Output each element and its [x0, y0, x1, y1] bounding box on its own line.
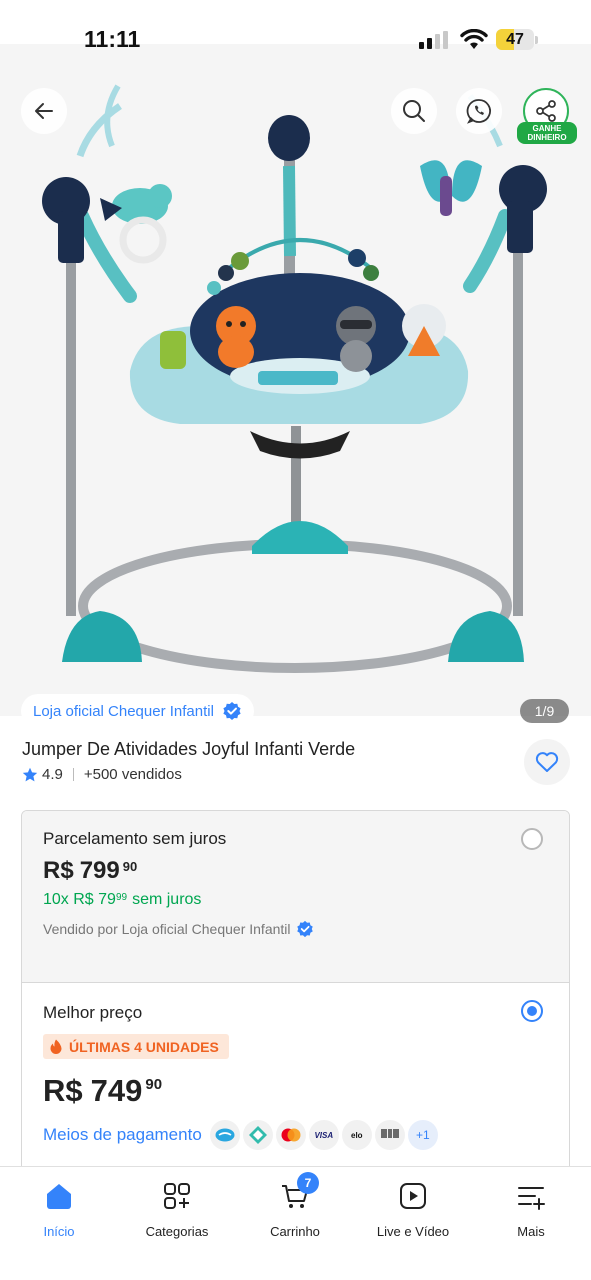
official-store-badge[interactable]: Loja oficial Chequer Infantil — [21, 694, 254, 728]
offer-price: R$ 799 90 — [43, 857, 137, 885]
nav-categories[interactable]: Categorias — [118, 1181, 236, 1241]
stock-tag-label: ÚLTIMAS 4 UNIDADES — [69, 1038, 219, 1055]
nav-more[interactable]: Mais — [472, 1181, 590, 1241]
price-cents: 90 — [122, 859, 138, 874]
visa-icon: VISA — [308, 1120, 339, 1150]
offer-installments[interactable]: Parcelamento sem juros R$ 799 90 10x R$ … — [22, 811, 569, 983]
rating-divider — [72, 768, 74, 781]
offer-best-price[interactable]: Melhor preço ÚLTIMAS 4 UNIDADES R$ 749 9… — [22, 983, 569, 1179]
product-image[interactable] — [0, 26, 591, 716]
cellular-signal-icon — [419, 31, 448, 49]
back-button[interactable] — [21, 88, 67, 134]
whatsapp-icon — [466, 99, 491, 124]
price-currency: R$ — [43, 857, 74, 884]
sold-count: +500 vendidos — [83, 766, 182, 783]
flame-icon — [50, 1039, 62, 1054]
offer-label: Melhor preço — [43, 1003, 143, 1022]
nav-label: Categorias — [145, 1224, 209, 1239]
payment-methods-link[interactable]: Meios de pagamento — [43, 1125, 202, 1145]
price-value: 749 — [90, 1073, 143, 1108]
offer-options: Parcelamento sem juros R$ 799 90 10x R$ … — [21, 810, 570, 1180]
price-value: 799 — [79, 857, 120, 884]
whatsapp-share-button[interactable] — [456, 88, 502, 134]
cart-count-badge: 7 — [297, 1172, 319, 1194]
more-icon — [518, 1187, 545, 1210]
offer-label: Parcelamento sem juros — [43, 829, 227, 848]
nav-live-video[interactable]: Live e Vídeo — [354, 1181, 472, 1241]
verified-icon — [296, 920, 313, 938]
nav-cart[interactable]: 7 Carrinho — [236, 1172, 354, 1241]
nav-home[interactable]: Início — [0, 1181, 118, 1241]
official-store-label: Loja oficial Chequer Infantil — [33, 702, 214, 720]
installments-cents: 99 — [115, 892, 128, 903]
search-icon — [403, 100, 425, 122]
battery-level: 47 — [506, 31, 524, 48]
nav-label: Live e Vídeo — [376, 1224, 450, 1239]
offer-price: R$ 749 90 — [43, 1073, 162, 1109]
product-title: Jumper De Atividades Joyful Infanti Verd… — [22, 739, 356, 759]
installments-amount: 10x R$ 79 — [43, 891, 116, 908]
installments-info: 10x R$ 79 99 sem juros — [43, 891, 201, 909]
status-bar: 11:11 47 — [0, 0, 591, 52]
categories-icon — [164, 1183, 190, 1209]
price-currency: R$ — [43, 1073, 83, 1108]
search-button[interactable] — [391, 88, 437, 134]
earn-money-badge[interactable]: GANHE DINHEIRO — [517, 122, 577, 144]
bottom-navigation: Início Categorias 7 Carrinho Live e Víde… — [0, 1166, 591, 1280]
star-icon — [22, 767, 38, 781]
battery-indicator: 47 — [496, 29, 538, 50]
mercado-pago-icon — [209, 1120, 240, 1150]
mastercard-icon — [275, 1120, 306, 1150]
more-payment-methods[interactable]: +1 — [407, 1120, 438, 1150]
elo-icon: elo — [341, 1120, 372, 1150]
arrow-left-icon — [35, 103, 53, 119]
image-counter: 1/9 — [520, 699, 569, 723]
favorite-button[interactable] — [524, 739, 570, 785]
payment-methods[interactable]: Meios de pagamento VISA elo +1 — [43, 1120, 438, 1150]
rating-value: 4.9 — [42, 766, 63, 783]
wifi-icon — [460, 29, 488, 49]
product-gallery[interactable]: GANHE DINHEIRO Loja oficial Chequer Infa… — [0, 26, 591, 728]
offer-radio-selected[interactable] — [521, 1000, 543, 1022]
heart-icon — [535, 752, 559, 772]
share-icon — [536, 100, 556, 122]
installments-suffix: sem juros — [132, 891, 202, 908]
sold-by-label: Vendido por Loja oficial Chequer Infanti… — [43, 921, 291, 937]
home-icon — [47, 1184, 71, 1209]
rating-row[interactable]: 4.9 +500 vendidos — [22, 766, 182, 783]
price-cents: 90 — [145, 1076, 163, 1093]
nav-label: Início — [43, 1224, 75, 1239]
stock-tag: ÚLTIMAS 4 UNIDADES — [43, 1034, 229, 1059]
sold-by: Vendido por Loja oficial Chequer Infanti… — [43, 920, 314, 938]
nav-label: Mais — [517, 1224, 545, 1239]
nav-label: Carrinho — [270, 1224, 320, 1239]
offer-radio[interactable] — [521, 828, 543, 850]
verified-icon — [223, 702, 241, 720]
status-time: 11:11 — [84, 26, 141, 52]
boleto-icon — [374, 1120, 405, 1150]
pix-icon — [242, 1120, 273, 1150]
play-icon — [400, 1183, 426, 1209]
